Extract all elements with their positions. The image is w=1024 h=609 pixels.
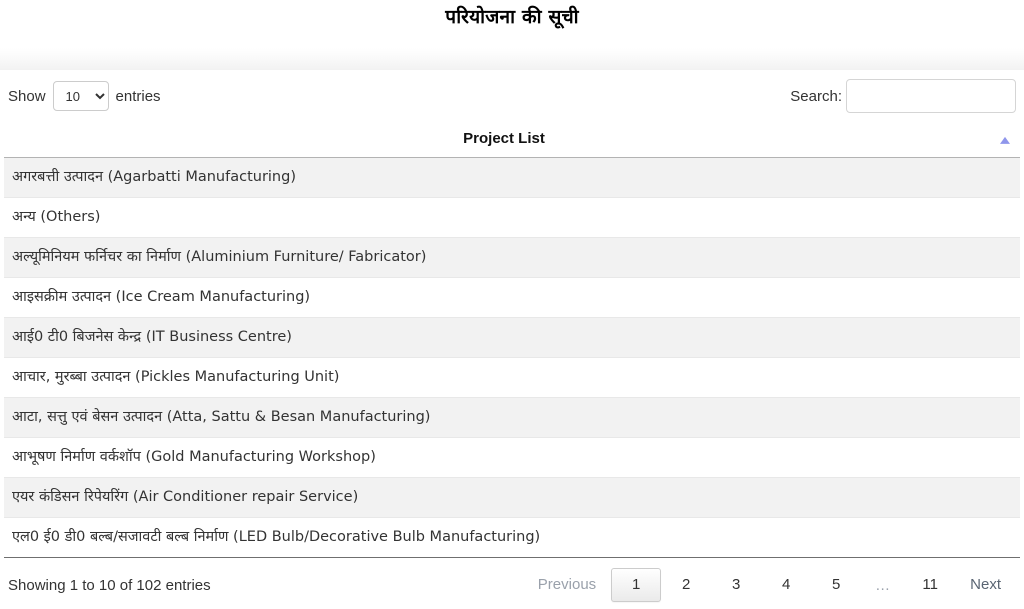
pagination-previous-button[interactable]: Previous [523,568,611,602]
pagination-ellipsis: … [875,576,892,594]
cell-project-name: अल्यूमिनियम फर्निचर का निर्माण (Aluminiu… [4,237,1020,278]
table-row[interactable]: अल्यूमिनियम फर्निचर का निर्माण (Aluminiu… [4,237,1020,278]
cell-project-name: अगरबत्ती उत्पादन (Agarbatti Manufacturin… [4,157,1020,198]
entries-per-page-select[interactable]: 10 [52,81,109,111]
pagination-page-4[interactable]: 4 [761,568,811,602]
cell-project-name: एयर कंडिसन रिपेयरिंग (Air Conditioner re… [4,477,1020,518]
entries-info: Showing 1 to 10 of 102 entries [8,576,211,594]
table-row[interactable]: अगरबत्ती उत्पादन (Agarbatti Manufacturin… [4,157,1020,198]
pagination-next-button[interactable]: Next [955,568,1016,602]
project-list-table: Project List अगरबत्ती उत्पादन (Agarbatti… [4,122,1020,558]
table-row[interactable]: एल0 ई0 डी0 बल्ब/सजावटी बल्ब निर्माण (LED… [4,517,1020,558]
table-row[interactable]: आइसक्रीम उत्पादन (Ice Cream Manufacturin… [4,277,1020,318]
page-title: परियोजना की सूची [445,6,579,28]
cell-project-name: एल0 ई0 डी0 बल्ब/सजावटी बल्ब निर्माण (LED… [4,517,1020,558]
pagination-page-1[interactable]: 1 [611,568,662,602]
title-divider-band [0,48,1024,70]
table-row[interactable]: एयर कंडिसन रिपेयरिंग (Air Conditioner re… [4,477,1020,518]
page-header: परियोजना की सूची [0,0,1024,48]
table-row[interactable]: अन्य (Others) [4,197,1020,238]
table-head: Project List [4,122,1020,158]
column-header-label: Project List [463,130,545,147]
table-body: अगरबत्ती उत्पादन (Agarbatti Manufacturin… [4,157,1020,558]
entries-label: entries [115,87,161,105]
search-label: Search: [790,87,842,105]
cell-project-name: आई0 टी0 बिजनेस केन्द्र (IT Business Cent… [4,317,1020,358]
search-control: Search: [790,79,1016,113]
table-header-row: Project List [4,122,1020,158]
column-header-project-list[interactable]: Project List [4,122,1020,158]
pagination-page-5[interactable]: 5 [811,568,861,602]
search-input[interactable] [846,79,1016,113]
cell-project-name: आइसक्रीम उत्पादन (Ice Cream Manufacturin… [4,277,1020,318]
cell-project-name: आचार, मुरब्बा उत्पादन (Pickles Manufactu… [4,357,1020,398]
datatable-footer: Showing 1 to 10 of 102 entries Previous … [4,558,1020,602]
pagination-page-2[interactable]: 2 [661,568,711,602]
datatable-toolbar: Show 10 entries Search: [4,70,1020,122]
show-label: Show [8,87,46,105]
triangle-up-icon[interactable] [1000,136,1010,144]
cell-project-name: आटा, सत्तु एवं बेसन उत्पादन (Atta, Sattu… [4,397,1020,438]
cell-project-name: आभूषण निर्माण वर्कशॉप (Gold Manufacturin… [4,437,1020,478]
table-row[interactable]: आई0 टी0 बिजनेस केन्द्र (IT Business Cent… [4,317,1020,358]
datatable-wrapper: Show 10 entries Search: Project List अगर… [0,70,1024,602]
table-row[interactable]: आटा, सत्तु एवं बेसन उत्पादन (Atta, Sattu… [4,397,1020,438]
entries-length-control: Show 10 entries [8,81,161,111]
pagination-page-3[interactable]: 3 [711,568,761,602]
cell-project-name: अन्य (Others) [4,197,1020,238]
pagination: Previous 1 2 3 4 5 … 11 Next [523,568,1016,602]
table-row[interactable]: आचार, मुरब्बा उत्पादन (Pickles Manufactu… [4,357,1020,398]
pagination-page-11[interactable]: 11 [905,568,955,602]
table-row[interactable]: आभूषण निर्माण वर्कशॉप (Gold Manufacturin… [4,437,1020,478]
